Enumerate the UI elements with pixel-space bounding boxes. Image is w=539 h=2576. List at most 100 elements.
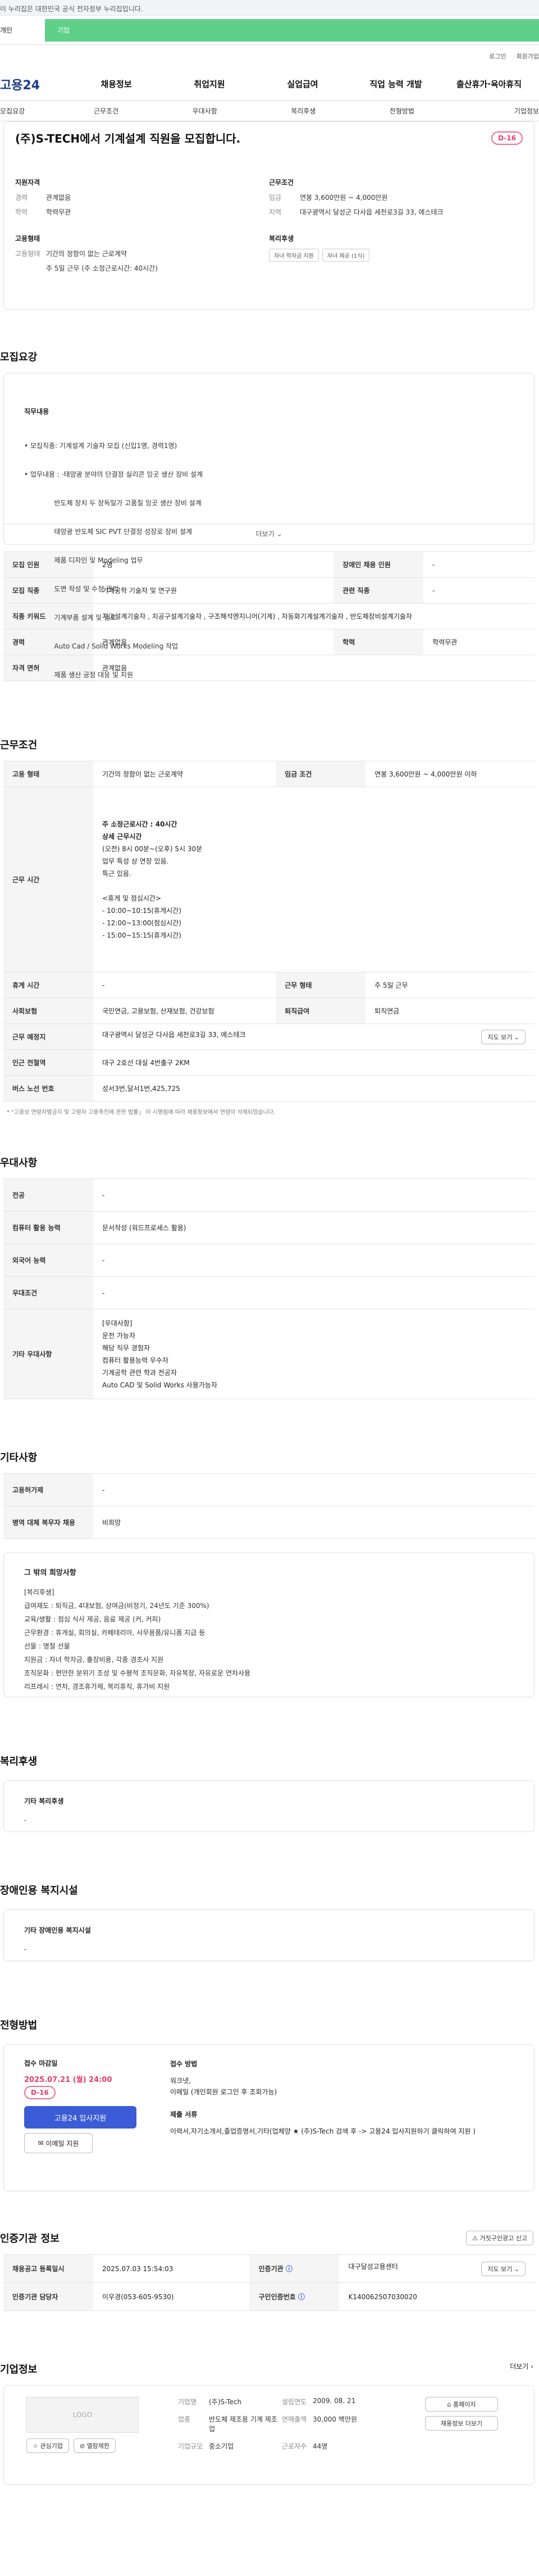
- info-icon[interactable]: ⓘ: [286, 2265, 293, 2273]
- text-cell: 접수 방법: [170, 2060, 198, 2068]
- alert-icon: ⚠: [472, 2235, 480, 2242]
- text-cell: 기계공학 관련 학과 전공자: [102, 1368, 177, 1377]
- text-cell: 컴퓨터 활용 능력: [3, 1211, 93, 1244]
- work-heading: 근무조건: [0, 739, 38, 751]
- text-cell: 관련 직종: [334, 577, 424, 604]
- text-cell: 병역 대체 복무자 채용: [3, 1506, 93, 1539]
- dday-badge: D-16: [491, 131, 523, 145]
- info-icon[interactable]: ⓘ: [298, 2293, 305, 2301]
- text-cell: 기간의 정함이 없는 근로계약: [93, 761, 276, 787]
- gov-notice: 이 누리집은 대한민국 공식 전자정부 누리집입니다.: [0, 0, 539, 16]
- member-type-bar: 개인 기업: [0, 16, 539, 45]
- job-title: (주)S-TECH에서 기계설계 직원을 모집합니다.: [15, 132, 241, 145]
- text-cell: 이메일 지원: [45, 2139, 79, 2148]
- company-more-link[interactable]: 더보기 ›: [510, 2362, 533, 2376]
- text-cell: 이메일 (개인회원 로그인 후 조회가능): [170, 2088, 277, 2096]
- text-cell: -: [24, 1816, 27, 1824]
- util-menu: 로그인 회원가입: [0, 45, 539, 67]
- block-button[interactable]: ⊘ 열람제한: [73, 2438, 116, 2453]
- text-cell: -: [93, 1244, 535, 1277]
- text-cell: 비희망: [93, 1506, 535, 1539]
- text-cell: 인증기관: [258, 2265, 284, 2273]
- text-cell: 근무 형태: [276, 972, 366, 998]
- text-cell: 이우경(053-605-9530): [93, 2282, 250, 2311]
- gnb-job-info[interactable]: 채용정보: [70, 78, 163, 90]
- welfare-chip: 자녀 학자금 지원: [269, 249, 319, 262]
- documents-value: 이력서,자기소개서,졸업증명서,기타(업체양 ★ (주)S-Tech 검색 후 …: [170, 2127, 476, 2135]
- text-cell: 채용공고 등록일시: [3, 2254, 93, 2283]
- text-cell: [복리후생]: [24, 1588, 54, 1596]
- text-cell: 국민연금, 고용보험, 산재보험, 건강보험: [93, 998, 276, 1024]
- mail-icon: ✉: [38, 2139, 46, 2147]
- block-icon: ⊘: [79, 2442, 87, 2450]
- gnb-employment-support[interactable]: 취업지원: [163, 78, 256, 90]
- disability-heading: 장애인용 복지시설: [0, 1885, 78, 1897]
- welfare-chip: 자녀 제공 (1식): [322, 249, 370, 262]
- education-value: 학력무관: [46, 208, 71, 216]
- text-cell: 임금 조건: [276, 761, 366, 787]
- subnav-company[interactable]: 기업정보: [462, 106, 539, 116]
- report-button[interactable]: ⚠ 거짓구인광고 신고: [466, 2231, 533, 2245]
- login-link[interactable]: 로그인: [489, 52, 506, 61]
- text-cell: -: [24, 1945, 27, 1953]
- text-cell: 기타 우대사항: [3, 1309, 93, 1399]
- more-jobs-button[interactable]: 채용정보 더보기: [425, 2416, 498, 2431]
- tab-individual[interactable]: 개인: [0, 25, 45, 35]
- favorite-button[interactable]: ☆ 관심기업: [26, 2438, 69, 2453]
- gnb-unemployment-benefit[interactable]: 실업급여: [256, 78, 349, 90]
- home-icon: ⌂: [447, 2401, 453, 2408]
- misc-table: 고용허가제 - 병역 대체 복무자 채용 비희망: [3, 1473, 535, 1539]
- text-cell: 접수 마감일: [24, 2059, 58, 2067]
- cert-map-button[interactable]: 지도 보기 ⌄: [481, 2261, 526, 2276]
- email-apply-button[interactable]: ✉ 이메일 지원: [24, 2133, 93, 2153]
- employment-label: 고용형태: [15, 235, 40, 243]
- text-cell: 해당 직무 경험자: [102, 1344, 150, 1352]
- text-cell: (주)S-Tech: [209, 2398, 242, 2406]
- text-cell: 열람제한: [86, 2442, 110, 2450]
- text-cell: 고용 형태: [3, 761, 93, 787]
- cert-table: 채용공고 등록일시 2025.07.03 15:54:03 인증기관 ⓘ 대구달성고용…: [3, 2254, 535, 2311]
- text-cell: 근로자수: [282, 2442, 307, 2450]
- text-cell: 학력: [334, 629, 424, 655]
- site-logo[interactable]: 고용24: [0, 75, 70, 93]
- wage-value: 연봉 3,600만원 ~ 4,000만원: [300, 194, 388, 202]
- section-nav: 모집요강 근무조건 우대사항 복리후생 전형방법 기업정보: [0, 101, 539, 121]
- text-cell: -: [423, 551, 535, 578]
- subnav-welfare[interactable]: 복리후생: [265, 106, 342, 116]
- text-cell: 연봉 3,600만원 ~ 4,000만원 이하: [366, 761, 535, 787]
- apply-button[interactable]: 고용24 입사지원: [24, 2106, 136, 2129]
- text-cell: 관계없음: [93, 655, 535, 681]
- gnb-maternity-leave[interactable]: 출산휴가·육아휴직: [442, 78, 536, 90]
- deadline-date: 2025.07.21 (월) 24:00: [24, 2076, 112, 2084]
- text-cell: 사회보험: [3, 998, 93, 1024]
- gnb-skill-development[interactable]: 직업 능력 개발: [349, 78, 442, 90]
- text-cell: 44명: [313, 2442, 328, 2450]
- text-cell: 기타 장애인용 복지시설: [24, 1926, 91, 1934]
- company-logo: LOGO: [26, 2397, 139, 2433]
- tab-company[interactable]: 기업: [45, 19, 539, 42]
- job-duty-label: 직무내용: [24, 408, 49, 415]
- text-cell: 학력무관: [423, 629, 535, 655]
- text-cell: 주 소정근로시간 : 40시간: [102, 820, 177, 828]
- text-cell: 지원금 : 자녀 학자금, 출장비용, 각종 경조사 지원: [24, 1656, 164, 1664]
- recruit-heading: 모집요강: [0, 351, 38, 363]
- disability-box: 기타 장애인용 복지시설 -: [3, 1910, 535, 1961]
- text-cell: 인증기관 담당자: [3, 2282, 93, 2311]
- location-key: 지역: [269, 208, 282, 216]
- text-cell: 기업규모: [178, 2442, 203, 2450]
- text-cell: 대구달성고용센터: [348, 2262, 398, 2271]
- text-cell: 업무 특성 상 연장 있음.: [102, 857, 169, 865]
- conditions-label: 근무조건: [269, 179, 294, 186]
- subnav-preference[interactable]: 우대사항: [166, 106, 243, 116]
- map-button[interactable]: 지도 보기 ⌄: [481, 1029, 526, 1044]
- text-cell: 설립연도: [282, 2398, 307, 2406]
- subnav-recruit[interactable]: 모집요강: [0, 106, 46, 116]
- subnav-selection[interactable]: 전형방법: [363, 106, 440, 116]
- job-desc-line: 반도체 장치 두 장독일가 고품질 잉곳 생산 장비 설계: [24, 499, 202, 507]
- subnav-work-conditions[interactable]: 근무조건: [68, 106, 145, 116]
- text-cell: 조직문화 : 편안한 분위기 조성 및 수평적 조직문화, 자유복장, 자유로운…: [24, 1669, 251, 1677]
- homepage-button[interactable]: ⌂ 홈페이지: [425, 2397, 498, 2411]
- signup-link[interactable]: 회원가입: [517, 52, 539, 61]
- text-cell: 운전 가능자: [102, 1331, 136, 1340]
- text-cell: 고용허가제: [3, 1473, 93, 1506]
